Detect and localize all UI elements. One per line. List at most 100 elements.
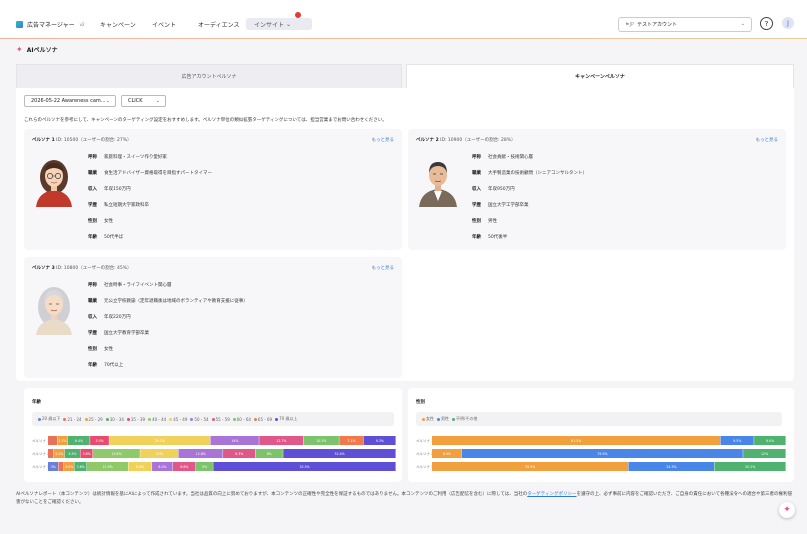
attr-row: 収入 年収220万円 (88, 314, 248, 330)
see-more-link[interactable]: もっと見る (372, 137, 395, 143)
attr-row: 学歴 私立短期大学家政科卒 (88, 202, 212, 218)
legend-item[interactable]: 男性 (437, 416, 449, 422)
attr-value: 年収150万円 (104, 187, 131, 192)
bar-value-label: 6.4% (75, 439, 83, 443)
chevron-down-icon: ⌄ (285, 20, 291, 28)
legend-item[interactable]: 70 歳以上 (275, 416, 297, 422)
legend-item[interactable]: 25 - 29 (84, 416, 103, 422)
bar-value-label: 8.4% (443, 452, 451, 456)
attr-key: 性別 (472, 219, 481, 224)
legend-item[interactable]: 55 - 59 (211, 417, 230, 422)
attr-value: 70代以上 (104, 363, 124, 368)
attr-key: 年齢 (472, 235, 481, 240)
attr-row: 呼称 社会貢献・技術関心層 (472, 154, 587, 170)
app-brand[interactable]: 広告マネージャー v2 (16, 17, 85, 31)
attr-row: 職業 大手製造業の技術顧問（シニアコンサルタント） (472, 170, 587, 186)
category-label: ペルソナ 2 (416, 451, 433, 456)
question-circle-icon[interactable]: ? (760, 17, 773, 30)
category-label: ペルソナ 1 (32, 438, 49, 443)
persona-attributes: 呼称 社会貢献・技術関心層 職業 大手製造業の技術顧問（シニアコンサルタント） 収入… (472, 154, 587, 250)
metric-select[interactable]: CLICK ⌄ (121, 95, 166, 107)
attr-row: 性別 男性 (472, 218, 587, 234)
nav-audiences[interactable]: オーディエンス (198, 18, 239, 30)
legend-item[interactable]: 60 - 64 (232, 417, 251, 422)
age-chart-legend: 20 歳以下 21 - 24 25 - 29 30 - 34 35 - 39 40 - 4… (32, 412, 394, 426)
age-chart-panel: 年齢 20 歳以下 21 - 24 25 - 29 30 - 34 35 - 39 40 … (24, 388, 402, 482)
see-more-link[interactable]: もっと見る (756, 137, 779, 143)
attr-row: 性別 女性 (88, 346, 248, 362)
legend-item[interactable]: 20 歳以下 (38, 416, 60, 422)
legend-label: 25 - 29 (88, 416, 103, 422)
tab-account-persona[interactable]: 広告アカウントペルソナ (16, 64, 402, 88)
sparkle-icon: ✦ (16, 45, 23, 54)
attr-value: 50代後半 (488, 235, 508, 240)
bar-value-label: 9.3% (376, 439, 384, 443)
attr-row: 学歴 国立大学工学部卒業 (472, 202, 587, 218)
legend-item[interactable]: 35 - 39 (126, 416, 146, 422)
attr-value: 国立大学教育学部卒業 (104, 331, 149, 336)
legend-swatch (169, 417, 173, 421)
legend-item[interactable]: 45 - 49 (169, 417, 187, 422)
see-more-link[interactable]: もっと見る (372, 265, 395, 271)
ai-assistant-button[interactable]: ✦ (779, 502, 795, 518)
user-avatar[interactable]: J (782, 17, 794, 29)
nav-insights-label: インサイト (254, 21, 285, 29)
legend-item[interactable]: 不明/その他 (452, 416, 477, 422)
legend-label: 35 - 39 (130, 416, 146, 422)
app-version: v2 (79, 21, 85, 27)
bar-value-label: 2.7% (59, 439, 67, 443)
legend-swatch (211, 417, 215, 421)
gender-chart-legend: 女性 男性 不明/その他 (416, 412, 782, 426)
campaign-select-value: 2026-05-22 Awareness cam... (31, 98, 106, 104)
account-flag: ⚑JP (625, 22, 634, 28)
targeting-policy-link[interactable]: ターゲティングポリシー (527, 492, 576, 497)
bar-value-label: 9.5% (733, 439, 741, 443)
legend-swatch (275, 417, 279, 421)
legend-item[interactable]: 21 - 24 (63, 416, 82, 422)
persona-card-1: ペルソナ 1 ID: 10500（ユーザーの割合: 27%） もっと見る 呼称 家… (24, 129, 402, 250)
nav-campaigns[interactable]: キャンペーン (100, 18, 136, 30)
header-accent-line (0, 38, 807, 39)
nav-events[interactable]: イベント (152, 18, 176, 30)
campaign-select[interactable]: 2026-05-22 Awareness cam... ⌄ (24, 95, 116, 107)
bar-segment[interactable] (48, 436, 57, 445)
tab-campaign-persona[interactable]: キャンペーンペルソナ (406, 64, 794, 88)
attr-key: 職業 (472, 171, 481, 176)
intro-text: これらのペルソナを参考にして、キャンペーンのターゲティング設定をおすすめします。… (24, 118, 387, 123)
attr-key: 職業 (88, 299, 97, 304)
attr-value: 男性 (488, 219, 497, 224)
attr-key: 年齢 (88, 235, 97, 240)
bar-value-label: 9.3% (235, 452, 243, 456)
bar-value-label: 3.2% (55, 452, 63, 456)
legend-item[interactable]: 女性 (422, 416, 434, 422)
page-title: ✦ AIペルソナ (16, 45, 58, 54)
category-label: ペルソナ 3 (416, 464, 433, 469)
attr-key: 性別 (88, 347, 97, 352)
persona-name: ペルソナ 1 (32, 138, 55, 143)
persona-attributes: 呼称 家庭料理・スイーツ作り愛好家 職業 食生活アドバイザー資格取得を目指すパートタ… (88, 154, 212, 250)
legend-item[interactable]: 40 - 44 (148, 417, 166, 422)
legend-swatch (190, 417, 194, 421)
bar-segment[interactable] (58, 462, 64, 471)
legend-label: 20 歳以下 (42, 416, 61, 421)
legend-swatch (38, 417, 41, 421)
chevron-down-icon: ⌄ (105, 98, 110, 104)
account-select[interactable]: ⚑JP テストアカウント ⌄ (618, 17, 752, 32)
persona-name: ペルソナ 2 (416, 138, 439, 143)
attr-key: 収入 (472, 187, 481, 192)
legend-label: 21 - 24 (67, 416, 82, 422)
legend-item[interactable]: 65 - 69 (253, 417, 272, 422)
legend-swatch (437, 417, 440, 421)
category-label: ペルソナ 3 (32, 464, 49, 469)
attr-value: 国立大学工学部卒業 (488, 203, 529, 208)
legend-item[interactable]: 30 - 34 (105, 417, 124, 422)
attr-value: 50代半ば (104, 235, 124, 240)
attr-key: 呼称 (472, 155, 481, 160)
bar-segment[interactable] (48, 449, 54, 458)
bar-value-label: 7.1% (347, 439, 355, 443)
attr-key: 学歴 (88, 203, 97, 208)
persona-meta: ID: 10800（ユーザーの割合: 45%） (56, 266, 132, 271)
nav-insights[interactable]: インサイト ⌄ (246, 18, 312, 30)
bar-value-label: 55.5% (525, 465, 535, 469)
legend-item[interactable]: 50 - 54 (190, 417, 209, 422)
